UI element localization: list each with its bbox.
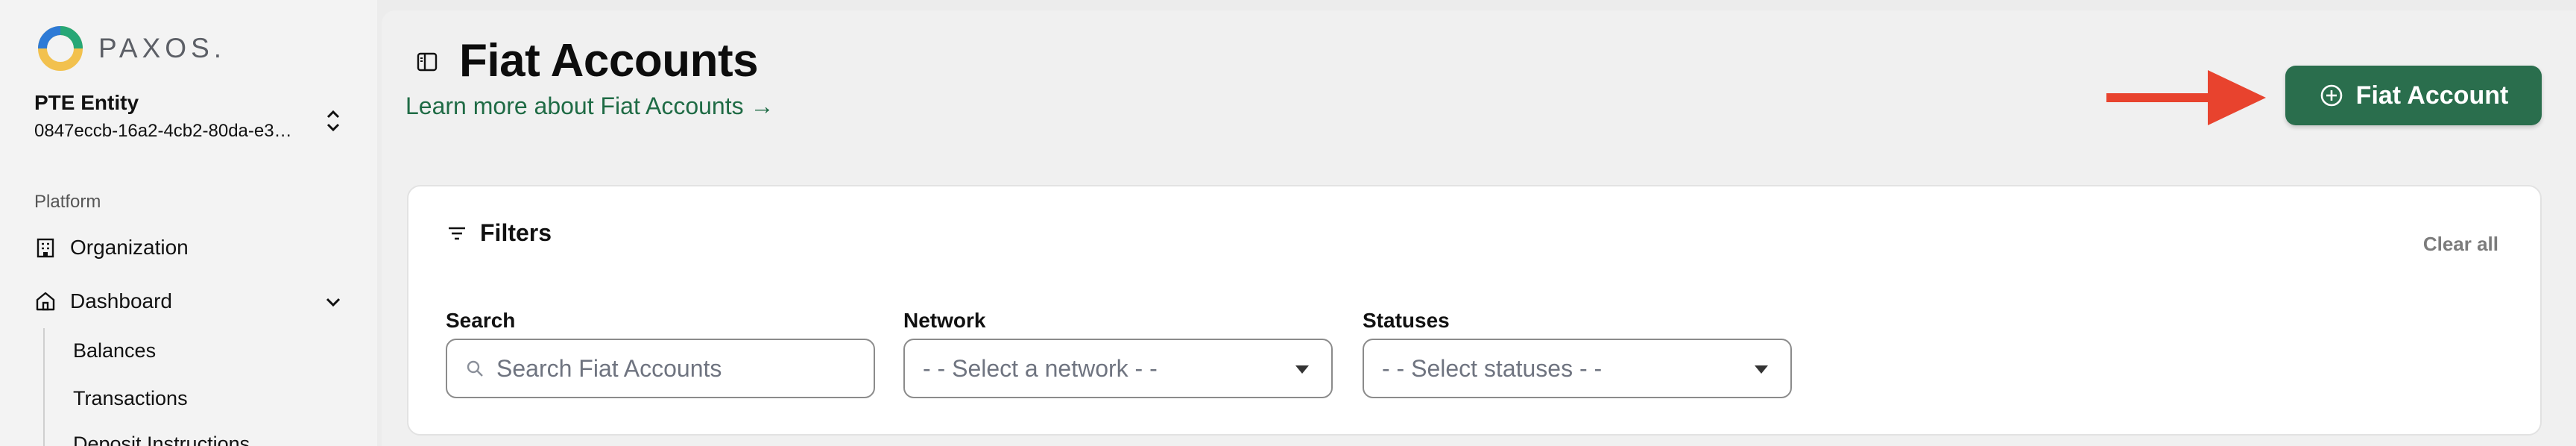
caret-down-icon — [1295, 365, 1309, 374]
brand-name: PAXOS. — [98, 33, 227, 63]
sidebar-item-organization[interactable]: Organization — [34, 236, 189, 260]
search-icon — [467, 360, 483, 377]
filters-heading-label: Filters — [480, 219, 552, 246]
filter-icon — [449, 227, 465, 239]
plus-circle-icon — [2320, 84, 2342, 107]
sidebar: PAXOS. PTE Entity 0847eccb-16a2-4cb2-80d… — [0, 0, 377, 446]
entity-name: PTE Entity — [34, 91, 139, 114]
filters-heading: Filters — [446, 219, 552, 247]
search-input[interactable]: Search Fiat Accounts — [446, 339, 875, 398]
sidebar-item-label: Organization — [70, 236, 189, 259]
entity-id: 0847eccb-16a2-4cb2-80da-e3… — [34, 121, 292, 141]
search-placeholder: Search Fiat Accounts — [496, 354, 722, 382]
sidebar-toggle-icon[interactable] — [416, 51, 438, 73]
sidebar-subitem-deposit-instructions[interactable]: Deposit Instructions — [73, 433, 250, 446]
add-fiat-account-button[interactable]: Fiat Account — [2285, 66, 2542, 125]
statuses-select-value: - - Select statuses - - — [1382, 354, 1603, 382]
statuses-select[interactable]: - - Select statuses - - — [1363, 339, 1792, 398]
clear-all-button[interactable]: Clear all — [2423, 233, 2498, 256]
sidebar-section-label: Platform — [34, 192, 101, 212]
chevron-down-icon[interactable] — [323, 294, 344, 310]
filters-card: Filters Clear all Search Search Fiat Acc… — [407, 185, 2542, 436]
chevron-up-down-icon[interactable] — [322, 106, 344, 136]
subnav-line — [43, 328, 45, 446]
paxos-logo-icon — [38, 26, 83, 71]
sidebar-item-dashboard[interactable]: Dashboard — [34, 289, 172, 313]
building-icon — [37, 238, 54, 258]
statuses-label: Statuses — [1363, 309, 1450, 332]
search-label: Search — [446, 309, 516, 332]
arrow-right-icon — [2106, 70, 2266, 125]
add-fiat-account-label: Fiat Account — [2355, 81, 2509, 110]
entity-selector[interactable]: PTE Entity 0847eccb-16a2-4cb2-80da-e3… — [34, 91, 355, 142]
page-title: Fiat Accounts — [459, 35, 759, 87]
caret-down-icon — [1755, 365, 1768, 374]
home-icon — [36, 292, 55, 311]
sidebar-item-label: Dashboard — [70, 289, 172, 312]
sidebar-subitem-balances[interactable]: Balances — [73, 339, 156, 362]
sidebar-subitem-transactions[interactable]: Transactions — [73, 387, 188, 410]
learn-more-link[interactable]: Learn more about Fiat Accounts → — [405, 92, 774, 120]
network-select-value: - - Select a network - - — [923, 354, 1158, 382]
network-label: Network — [903, 309, 986, 332]
brand-logo[interactable]: PAXOS. — [34, 22, 226, 75]
network-select[interactable]: - - Select a network - - — [903, 339, 1333, 398]
